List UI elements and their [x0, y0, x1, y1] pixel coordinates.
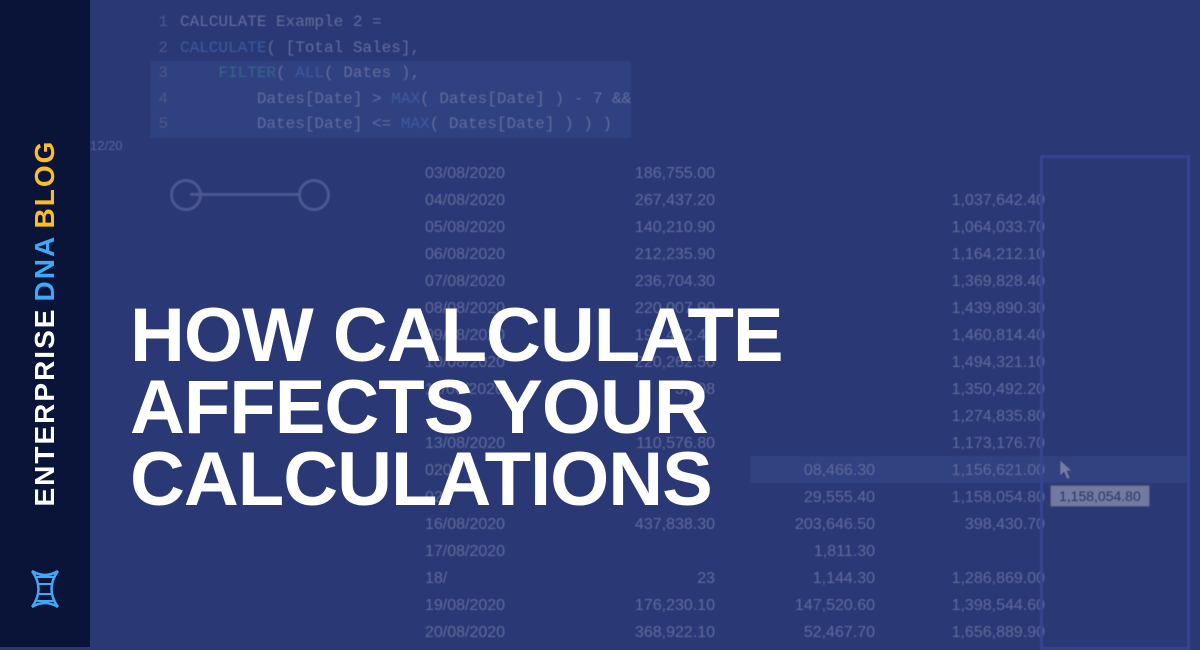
brand-enterprise: ENTERPRISE	[29, 308, 61, 507]
table-row: 18/231,144.301,286,869.00	[425, 565, 1055, 592]
sidebar-brand: ENTERPRISE DNA BLOG	[29, 140, 61, 507]
dna-helix-icon	[27, 569, 63, 617]
headline-line-3: CALCULATIONS	[130, 444, 783, 516]
headline-line-2: AFFECTS YOUR	[130, 372, 783, 444]
cell-value-tooltip: 1,158,054.80	[1050, 485, 1150, 507]
table-row: 20/08/2020368,922.1052,467.701,656,889.9…	[425, 619, 1055, 646]
slider-handle-left	[170, 179, 202, 211]
table-row: 04/08/2020267,437.201,037,642.40	[425, 187, 1055, 214]
table-row: 05/08/2020140,210.901,064,033.70	[425, 214, 1055, 241]
highlighted-column-border	[1040, 155, 1190, 650]
code-line-1: CALCULATE Example 2 =	[180, 10, 382, 36]
table-row: 07/08/2020236,704.301,369,828.40	[425, 268, 1055, 295]
range-slider-graphic	[170, 175, 330, 215]
date-axis-label: 12/20	[90, 138, 123, 153]
headline-line-1: HOW CALCULATE	[130, 300, 783, 372]
code-line-5: Dates[Date] <= MAX( Dates[Date] ) ) )	[180, 112, 612, 138]
table-row: 19/08/2020176,230.10147,520.601,398,544.…	[425, 592, 1055, 619]
headline-title: HOW CALCULATE AFFECTS YOUR CALCULATIONS	[130, 300, 783, 517]
main-content: 1CALCULATE Example 2 = 2CALCULATE( [Tota…	[90, 0, 1200, 647]
slider-handle-right	[298, 179, 330, 211]
table-row: 06/08/2020212,235.901,164,212.10	[425, 241, 1055, 268]
brand-blog: BLOG	[29, 140, 61, 229]
code-line-2: CALCULATE( [Total Sales],	[180, 36, 420, 62]
cursor-pointer-icon	[1060, 460, 1076, 485]
brand-dna: DNA	[29, 235, 61, 302]
table-row: 03/08/2020186,755.00	[425, 160, 1055, 187]
sidebar: ENTERPRISE DNA BLOG	[0, 0, 90, 647]
table-row: 17/08/20201,811.30	[425, 538, 1055, 565]
dax-code-block: 1CALCULATE Example 2 = 2CALCULATE( [Tota…	[150, 10, 631, 138]
code-line-4: Dates[Date] > MAX( Dates[Date] ) - 7 &&	[180, 87, 631, 113]
code-line-3: FILTER( ALL( Dates ),	[180, 61, 420, 87]
